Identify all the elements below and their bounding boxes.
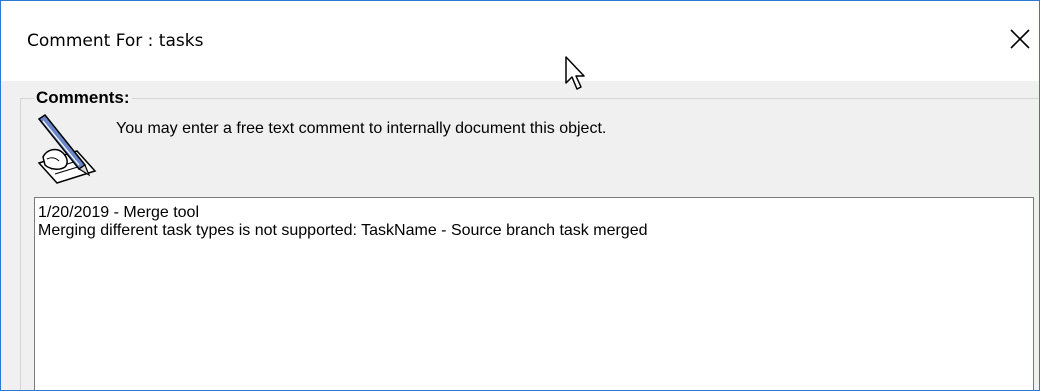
comment-text-area[interactable]: 1/20/2019 - Merge tool Merging different… <box>34 197 1034 390</box>
title-bar[interactable]: Comment For : tasks <box>1 1 1039 81</box>
pen-writing-icon <box>37 113 97 184</box>
window-title: Comment For : tasks <box>27 31 204 51</box>
dialog-body: Comments: You may enter a free text comm… <box>1 81 1039 390</box>
comment-line: 1/20/2019 - Merge tool <box>38 204 199 221</box>
close-icon[interactable] <box>1007 26 1033 52</box>
comment-line: Merging different task types is not supp… <box>38 222 648 239</box>
comments-hint-text: You may enter a free text comment to int… <box>116 120 607 137</box>
comment-dialog: Comment For : tasks Comments: You may en… <box>0 0 1040 391</box>
comments-group-label: Comments: <box>34 88 132 108</box>
